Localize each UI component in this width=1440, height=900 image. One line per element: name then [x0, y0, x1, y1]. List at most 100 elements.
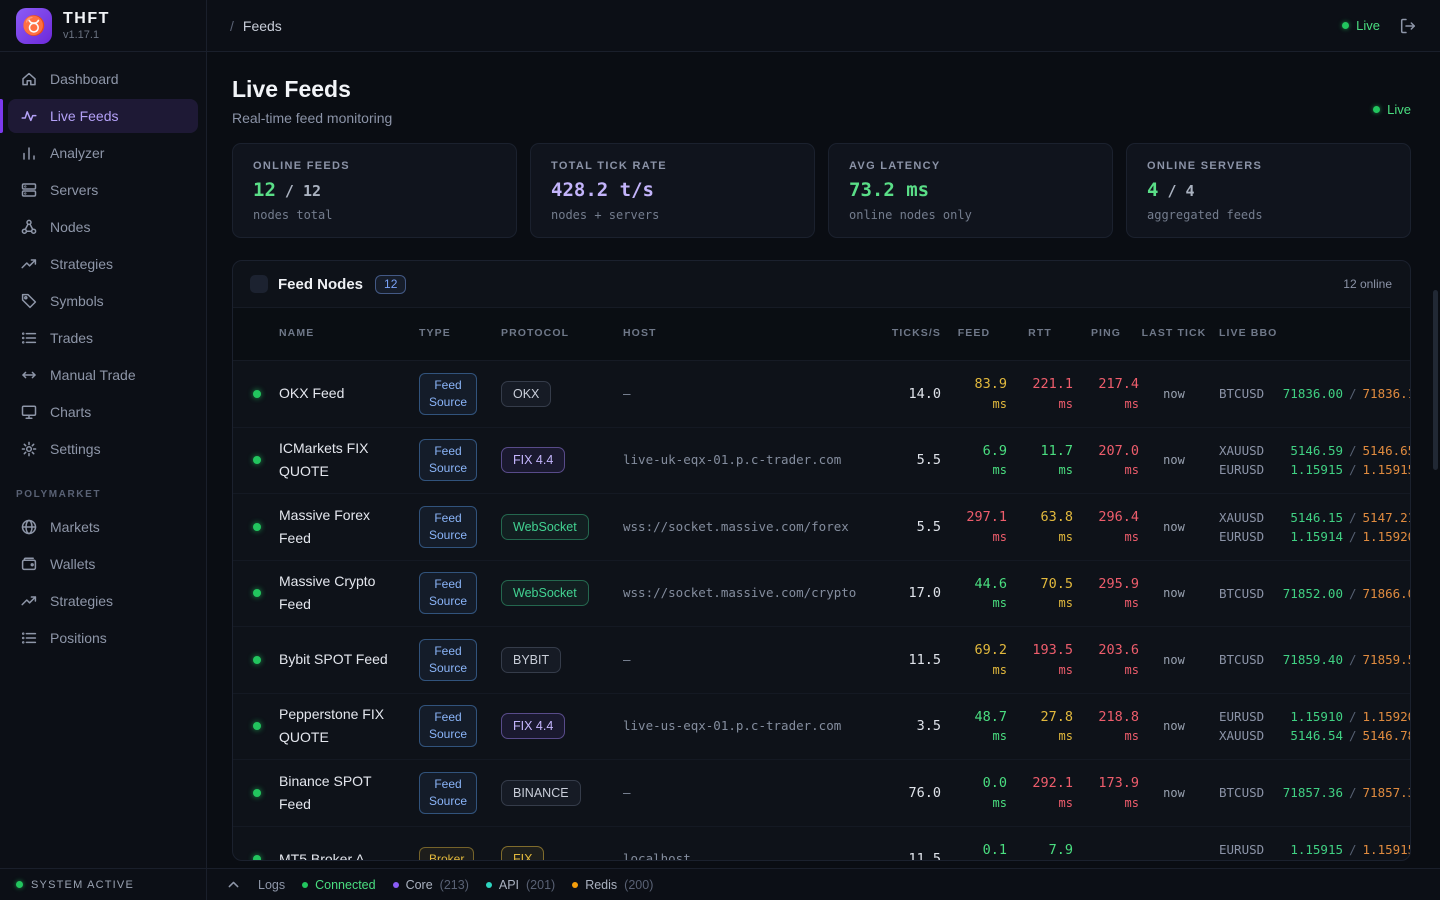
type-cell: Broker	[419, 847, 501, 861]
ping-value: 296.4ms	[1073, 511, 1139, 543]
name-cell: MT5 Broker A	[261, 848, 419, 861]
latency-rtt-cell: 11.7ms	[1007, 445, 1073, 477]
feed-unit: ms	[941, 398, 1007, 410]
stat-value-number: 12	[253, 179, 276, 201]
table-row[interactable]: Binance SPOT FeedFeedSourceBINANCE–76.00…	[233, 760, 1410, 827]
latency-feed-cell: 0.0ms	[941, 777, 1007, 809]
ticks-cell: 11.5	[865, 850, 941, 861]
sidebar-item-strategies[interactable]: Strategies	[8, 584, 198, 618]
table-row[interactable]: ICMarkets FIX QUOTEFeedSourceFIX 4.4live…	[233, 428, 1410, 495]
column-header-host[interactable]: HOST	[623, 326, 865, 342]
sidebar-item-trades[interactable]: Trades	[8, 321, 198, 355]
live-bbo-cell: BTCUSD71859.40/71859.5	[1209, 650, 1410, 669]
table-row[interactable]: Bybit SPOT FeedFeedSourceBYBIT–11.569.2m…	[233, 627, 1410, 694]
type-cell: FeedSource	[419, 572, 501, 614]
ping-unit: ms	[1073, 531, 1139, 543]
sidebar-item-strategies[interactable]: Strategies	[8, 247, 198, 281]
bbo-bid-price: 1.15914	[1277, 527, 1343, 546]
logout-icon[interactable]	[1398, 16, 1418, 36]
bbo-ask-price: 5147.21	[1363, 508, 1410, 527]
ticks-cell: 17.0	[865, 584, 941, 602]
bbo-bid-price: 5146.59	[1277, 441, 1343, 460]
rtt-number: 292.1	[1032, 775, 1073, 791]
sidebar-item-dashboard[interactable]: Dashboard	[8, 62, 198, 96]
wallet-icon	[20, 555, 38, 573]
table-row[interactable]: Massive Forex FeedFeedSourceWebSocketwss…	[233, 494, 1410, 561]
column-header-feed[interactable]: FEED	[941, 326, 1007, 342]
ticks-value: 3.5	[917, 718, 941, 734]
protocol-badge: OKX	[501, 381, 551, 407]
sidebar-item-manual-trade[interactable]: Manual Trade	[8, 358, 198, 392]
gear-icon	[20, 440, 38, 458]
column-header-last-tick[interactable]: LAST TICK	[1139, 326, 1209, 342]
ping-value: 295.9ms	[1073, 578, 1139, 610]
table-row[interactable]: OKX FeedFeedSourceOKX–14.083.9ms221.1ms2…	[233, 361, 1410, 428]
ticks-value: 17.0	[908, 585, 941, 601]
latency-rtt-cell: 27.8ms	[1007, 711, 1073, 743]
table-row[interactable]: Pepperstone FIX QUOTEFeedSourceFIX 4.4li…	[233, 694, 1410, 761]
api-dot	[486, 882, 492, 888]
stat-label: ONLINE SERVERS	[1147, 160, 1390, 172]
host-cell: –	[623, 784, 865, 802]
online-status-dot	[253, 523, 261, 531]
sidebar-item-settings[interactable]: Settings	[8, 432, 198, 466]
column-header-name[interactable]: NAME	[261, 326, 419, 342]
bbo-symbol: EURUSD	[1219, 707, 1277, 726]
protocol-cell: FIX	[501, 846, 623, 861]
sidebar-item-charts[interactable]: Charts	[8, 395, 198, 429]
sidebar-item-analyzer[interactable]: Analyzer	[8, 136, 198, 170]
status-cell	[233, 523, 261, 531]
topbar: / Feeds Live	[207, 0, 1440, 52]
bbo-separator: /	[1343, 384, 1363, 403]
scrollbar-thumb[interactable]	[1433, 290, 1438, 470]
rtt-unit: ms	[1007, 664, 1073, 676]
sidebar-item-servers[interactable]: Servers	[8, 173, 198, 207]
bbo-ask-price: 71857.3	[1363, 783, 1410, 802]
last-tick-cell: now	[1139, 717, 1209, 735]
column-header-live-bbo[interactable]: LIVE BBO	[1209, 326, 1410, 342]
bbo-separator: /	[1343, 840, 1363, 859]
sidebar-item-label: Markets	[50, 519, 100, 535]
logs-button[interactable]: Logs	[258, 878, 285, 892]
breadcrumb-current[interactable]: Feeds	[243, 18, 282, 34]
column-header-rtt[interactable]: RTT	[1007, 326, 1073, 342]
chevron-up-icon[interactable]	[225, 875, 241, 895]
sidebar-item-positions[interactable]: Positions	[8, 621, 198, 655]
stat-label: ONLINE FEEDS	[253, 160, 496, 172]
last-tick-cell: now	[1139, 651, 1209, 669]
table-row[interactable]: Massive Crypto FeedFeedSourceWebSocketws…	[233, 561, 1410, 628]
sidebar: ♉ THFT v1.17.1 DashboardLive FeedsAnalyz…	[0, 0, 207, 900]
sidebar-section-label: POLYMARKET	[0, 469, 206, 508]
table-row[interactable]: MT5 Broker ABrokerFIXlocalhost11.50.1ms7…	[233, 827, 1410, 862]
type-badge: FeedSource	[419, 572, 477, 614]
online-status-dot	[253, 589, 261, 597]
column-header-ticks-s[interactable]: TICKS/S	[865, 326, 941, 342]
latency-rtt-cell: 7.9ms	[1007, 844, 1073, 862]
sidebar-item-wallets[interactable]: Wallets	[8, 547, 198, 581]
sidebar-item-symbols[interactable]: Symbols	[8, 284, 198, 318]
type-badge-line: Feed	[429, 643, 467, 660]
bbo-symbol: EURUSD	[1219, 840, 1277, 859]
column-header-type[interactable]: TYPE	[419, 326, 501, 342]
column-header-protocol[interactable]: PROTOCOL	[501, 326, 623, 342]
ticks-value: 11.5	[908, 851, 941, 861]
live-bbo-cell: XAUUSD5146.15/5147.21EURUSD1.15914/1.159…	[1209, 508, 1410, 546]
sidebar-item-nodes[interactable]: Nodes	[8, 210, 198, 244]
rtt-value: 7.9ms	[1007, 844, 1073, 862]
bbo-quote: XAUUSD5146.15/5147.21	[1219, 508, 1410, 527]
bbo-bid-price: 5146.54	[1277, 726, 1343, 745]
column-header-ping[interactable]: PING	[1073, 326, 1139, 342]
bbo-separator: /	[1343, 726, 1363, 745]
brand[interactable]: ♉ THFT v1.17.1	[0, 0, 206, 52]
name-cell: ICMarkets FIX QUOTE	[261, 437, 419, 483]
sidebar-item-live-feeds[interactable]: Live Feeds	[8, 99, 198, 133]
bbo-separator: /	[1343, 650, 1363, 669]
main-area: / Feeds Live Live Feeds Real-time feed m…	[207, 0, 1440, 900]
service-status-api: API(201)	[486, 878, 555, 892]
feed-value: 44.6ms	[941, 578, 1007, 610]
stat-value: 12 / 12	[253, 179, 496, 201]
type-badge-line: Feed	[429, 776, 467, 793]
sidebar-item-markets[interactable]: Markets	[8, 510, 198, 544]
last-tick-value: now	[1163, 719, 1185, 733]
sidebar-nav-main: DashboardLive FeedsAnalyzerServersNodesS…	[0, 52, 206, 469]
